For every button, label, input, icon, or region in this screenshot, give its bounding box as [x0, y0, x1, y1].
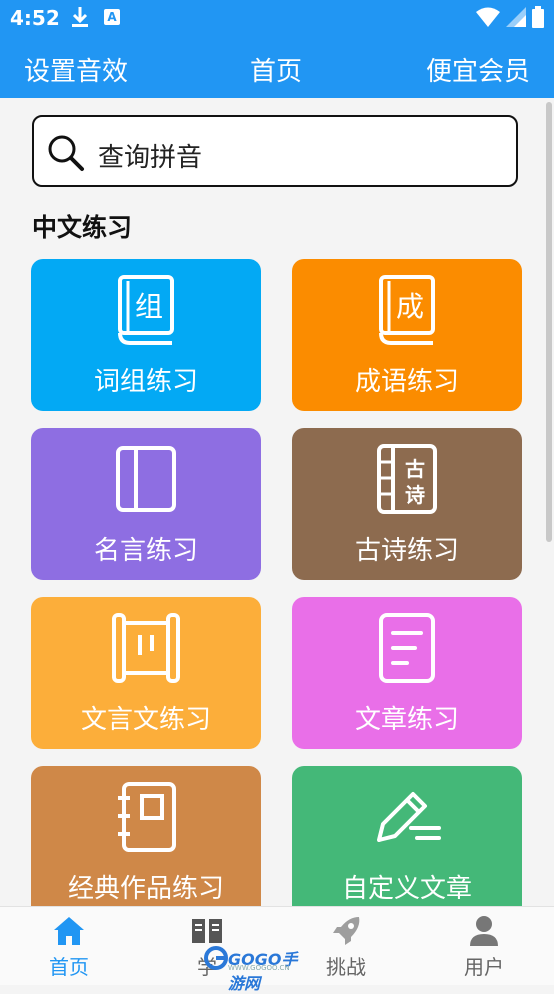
book-zu-icon: 组: [114, 273, 178, 351]
search-icon: [46, 133, 86, 177]
card-classical-chinese-practice[interactable]: 文言文练习: [31, 597, 261, 749]
download-icon: [70, 5, 90, 33]
book-cheng-icon: 成: [375, 273, 439, 351]
card-idiom-practice[interactable]: 成 成语练习: [292, 259, 522, 411]
wifi-icon: [476, 7, 500, 27]
top-bar: 设置音效 首页 便宜会员: [0, 38, 554, 98]
open-book-icon: [114, 442, 178, 520]
card-label: 名言练习: [93, 536, 198, 566]
notebook-icon: [114, 780, 178, 858]
section-title: 中文练习: [32, 213, 133, 242]
search-box[interactable]: 查询拼音: [32, 115, 518, 187]
card-label: 文言文练习: [80, 705, 211, 735]
user-icon: [467, 915, 501, 951]
card-poem-practice[interactable]: 古 诗 古诗练习: [292, 428, 522, 580]
card-article-practice[interactable]: 文章练习: [292, 597, 522, 749]
svg-text:组: 组: [135, 290, 163, 323]
card-label: 自定义文章: [341, 874, 472, 904]
card-phrase-practice[interactable]: 组 词组练习: [31, 259, 261, 411]
pencil-icon: [369, 780, 445, 858]
poem-book-icon: 古 诗: [375, 442, 439, 520]
nav-label: 用户: [464, 955, 504, 979]
search-input[interactable]: 查询拼音: [98, 137, 202, 174]
svg-text:成: 成: [396, 290, 424, 323]
sound-settings-button[interactable]: 设置音效: [24, 51, 128, 88]
watermark-logo: GOGO手游网 WWW.GOGOO.CN: [204, 944, 312, 993]
battery-icon: [532, 6, 544, 28]
scroll-icon: [110, 611, 182, 689]
card-classic-works-practice[interactable]: 经典作品练习: [31, 766, 261, 918]
card-label: 古诗练习: [354, 536, 459, 566]
card-label: 文章练习: [354, 705, 459, 735]
a-badge-icon: A: [104, 9, 120, 25]
page-title: 首页: [250, 57, 303, 87]
status-bar: 4:52 A: [0, 0, 554, 38]
signal-icon: [506, 7, 526, 27]
status-time: 4:52: [10, 6, 60, 30]
nav-user[interactable]: 用户: [415, 907, 553, 985]
card-custom-article[interactable]: 自定义文章: [292, 766, 522, 918]
card-label: 经典作品练习: [67, 874, 224, 904]
cheap-membership-button[interactable]: 便宜会员: [426, 51, 530, 88]
document-icon: [375, 611, 439, 689]
card-label: 成语练习: [354, 367, 459, 397]
nav-home[interactable]: 首页: [0, 907, 138, 985]
nav-label: 首页: [49, 955, 89, 979]
card-label: 词组练习: [93, 367, 198, 397]
rocket-icon: [329, 915, 363, 951]
scrollbar[interactable]: [546, 102, 552, 542]
svg-text:诗: 诗: [405, 483, 425, 507]
svg-text:古: 古: [405, 457, 425, 481]
home-icon: [52, 915, 86, 951]
card-quote-practice[interactable]: 名言练习: [31, 428, 261, 580]
